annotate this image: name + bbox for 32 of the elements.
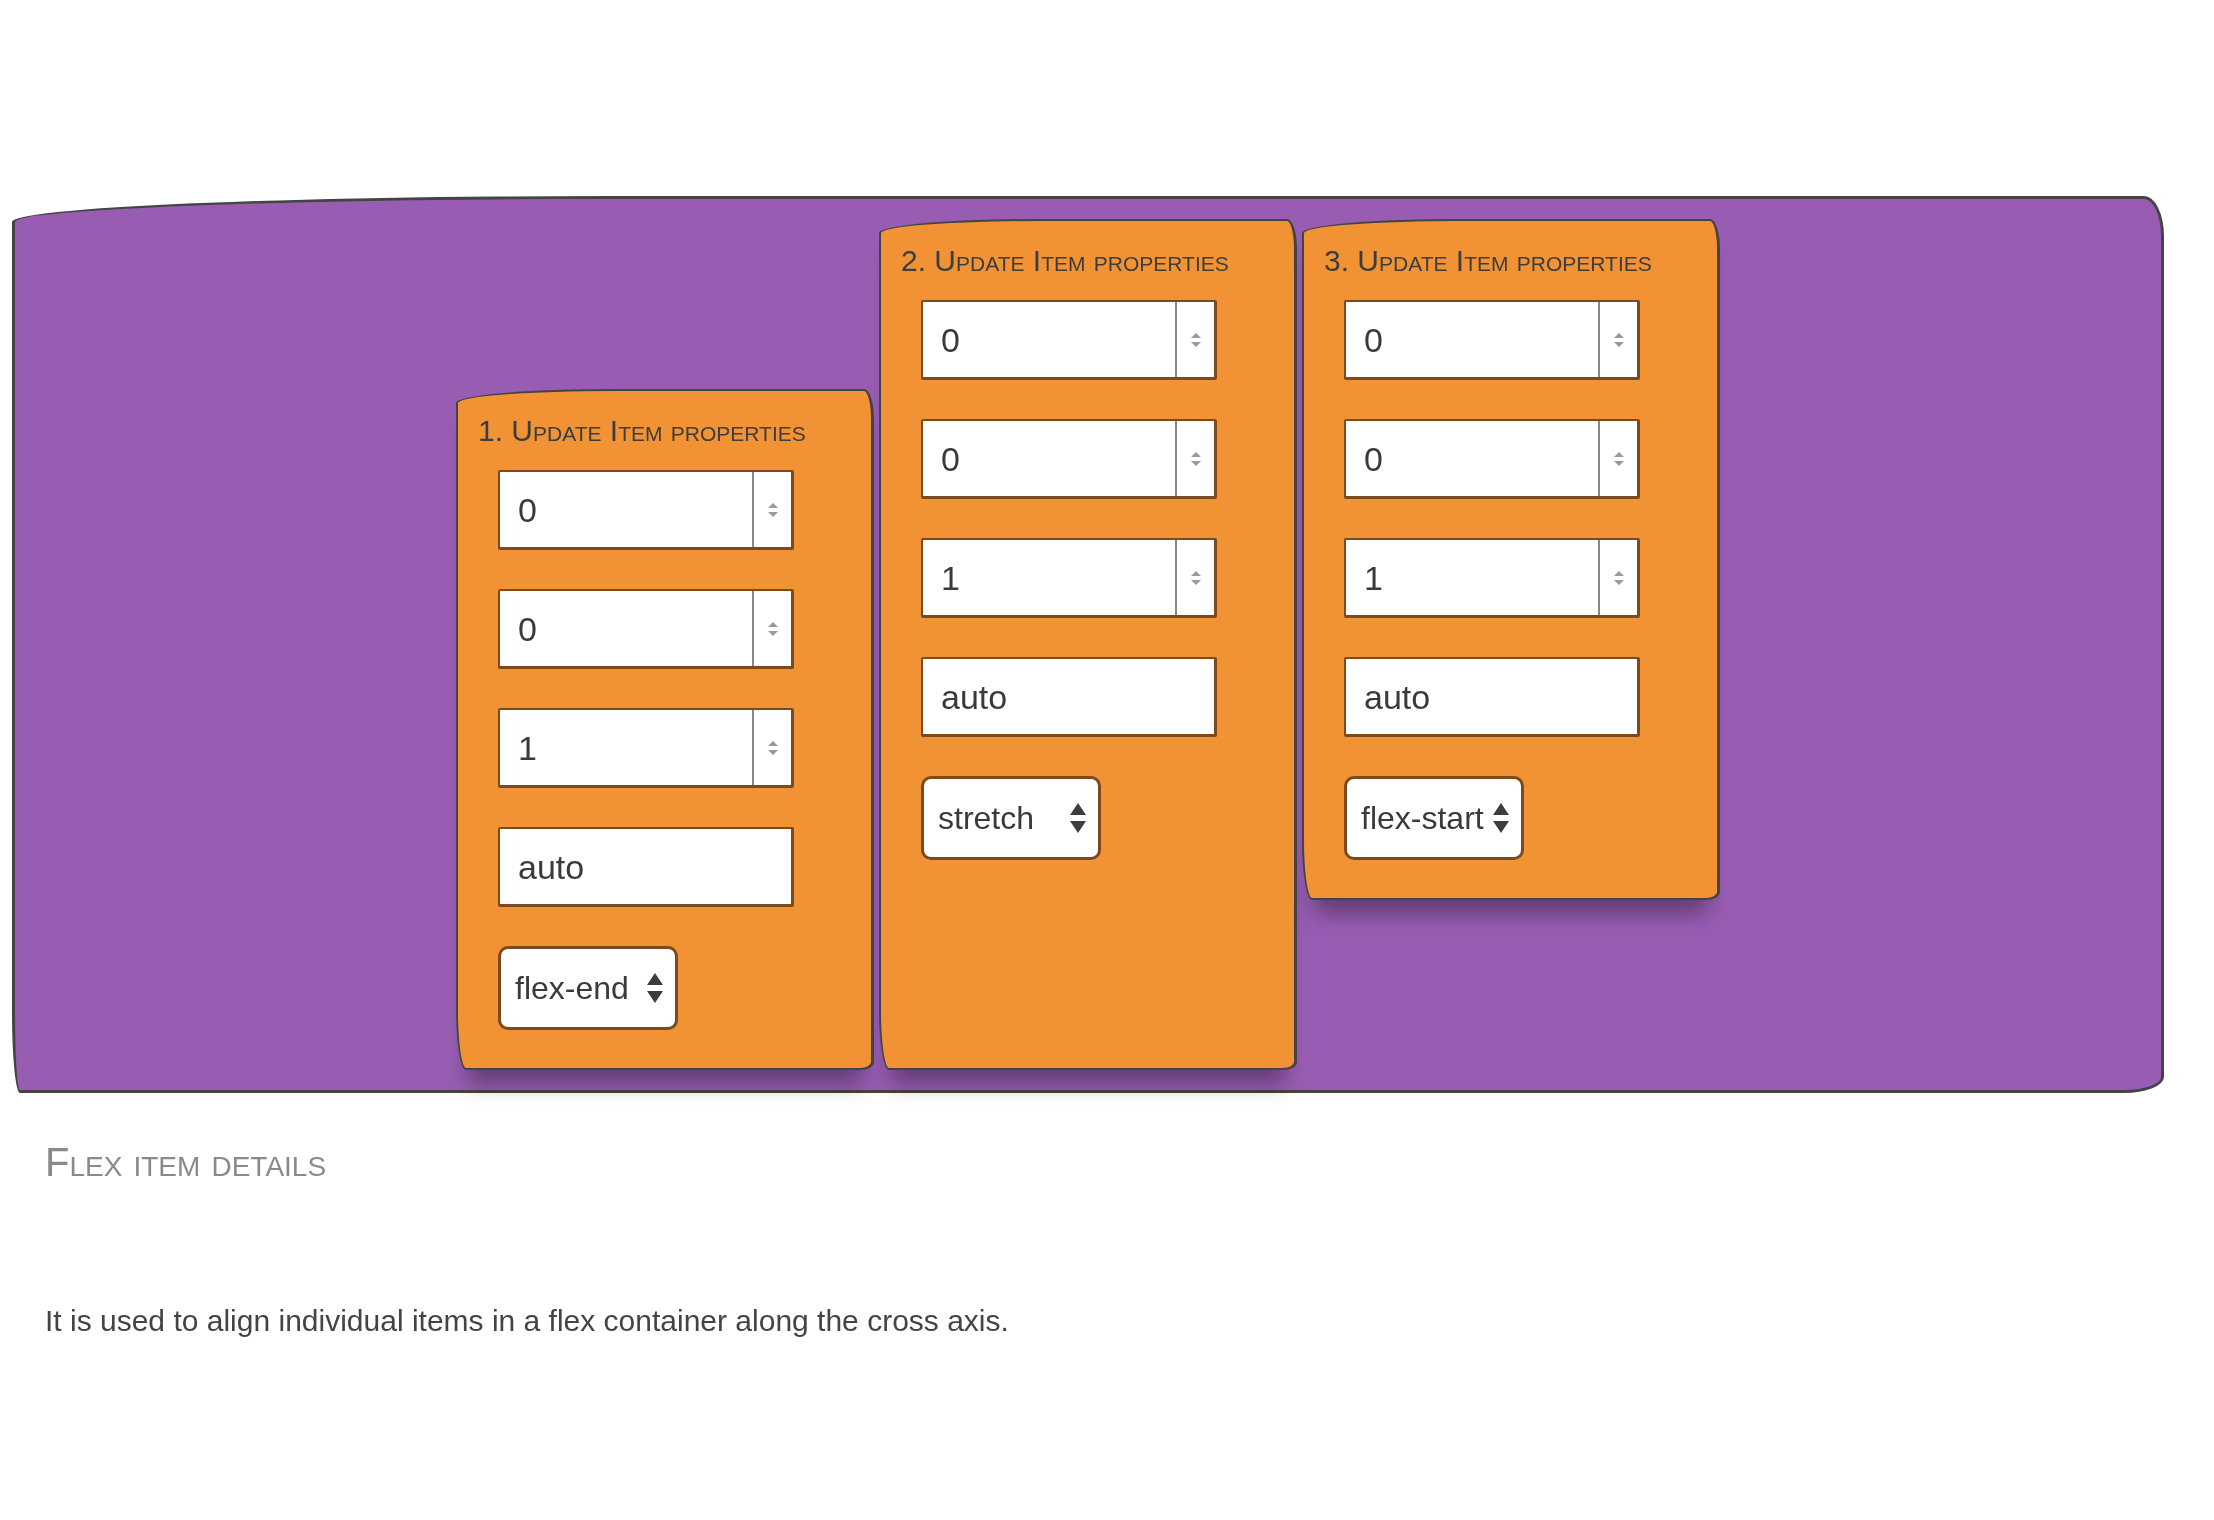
dropdown-select[interactable]: stretch	[921, 776, 1101, 860]
number-field[interactable]: 1	[498, 708, 794, 788]
card-title: 1. Update Item properties	[477, 413, 807, 449]
text-field[interactable]: auto	[921, 657, 1217, 737]
select-arrows-icon	[1493, 803, 1509, 833]
spinner-arrows-icon[interactable]	[1613, 451, 1624, 466]
text-field[interactable]: auto	[1344, 657, 1640, 737]
spinner-arrows-icon[interactable]	[767, 740, 778, 755]
number-field[interactable]: 0	[921, 300, 1217, 380]
select-arrows-icon	[1070, 803, 1086, 833]
card-title: 3. Update Item properties	[1323, 243, 1653, 279]
number-field[interactable]: 1	[1344, 538, 1640, 618]
section-heading: Flex item details	[45, 1139, 327, 1186]
select-arrows-icon	[647, 973, 663, 1003]
card-title: 2. Update Item properties	[900, 243, 1230, 279]
spinner-arrows-icon[interactable]	[1613, 332, 1624, 347]
spinner-arrows-icon[interactable]	[1190, 570, 1201, 585]
description-text: It is used to align individual items in a flex container along the cross axis.	[45, 1303, 1009, 1339]
spinner-arrows-icon[interactable]	[1190, 332, 1201, 347]
number-field[interactable]: 0	[498, 589, 794, 669]
number-field[interactable]: 0	[1344, 419, 1640, 499]
spinner-arrows-icon[interactable]	[767, 621, 778, 636]
number-field[interactable]: 0	[1344, 300, 1640, 380]
dropdown-select[interactable]: flex-start	[1344, 776, 1524, 860]
spinner-arrows-icon[interactable]	[767, 502, 778, 517]
number-field[interactable]: 0	[921, 419, 1217, 499]
dropdown-select[interactable]: flex-end	[498, 946, 678, 1030]
text-field[interactable]: auto	[498, 827, 794, 907]
number-field[interactable]: 1	[921, 538, 1217, 618]
spinner-arrows-icon[interactable]	[1190, 451, 1201, 466]
spinner-arrows-icon[interactable]	[1613, 570, 1624, 585]
number-field[interactable]: 0	[498, 470, 794, 550]
